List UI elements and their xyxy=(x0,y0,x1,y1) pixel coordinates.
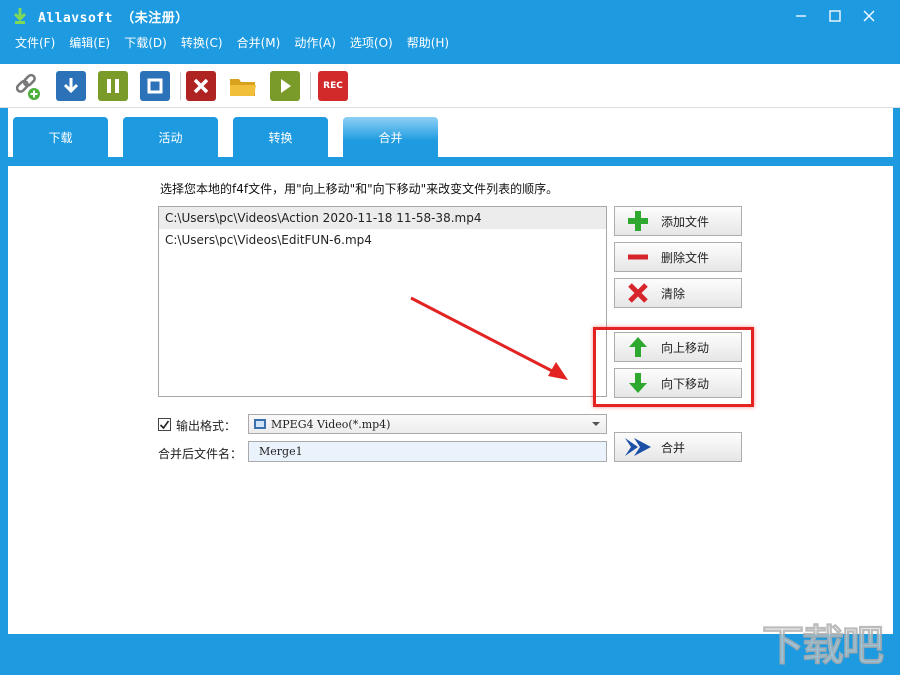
watermark-logo: 下载吧 xyxy=(761,621,884,671)
main-content: 下载 活动 转换 合并 选择您本地的f4f文件，用"向上移动"和"向下移动"来改… xyxy=(8,108,893,634)
pause-button[interactable] xyxy=(98,71,128,101)
toolbar: REC xyxy=(0,64,900,108)
plus-icon xyxy=(615,209,661,233)
maximize-icon xyxy=(829,10,841,22)
tab-download[interactable]: 下载 xyxy=(13,117,108,157)
paste-url-button[interactable] xyxy=(12,71,42,101)
chevron-down-icon[interactable] xyxy=(592,422,600,426)
record-button[interactable]: REC xyxy=(318,71,348,101)
download-arrow-icon xyxy=(63,78,79,94)
pause-icon xyxy=(107,79,119,93)
delete-file-button[interactable]: 删除文件 xyxy=(614,242,742,272)
merge-button[interactable]: 合并 xyxy=(614,432,742,462)
annotation-highlight-box xyxy=(593,327,754,407)
menu-download[interactable]: 下载(D) xyxy=(117,32,174,54)
play-icon xyxy=(281,79,291,93)
merge-panel: 选择您本地的f4f文件，用"向上移动"和"向下移动"来改变文件列表的顺序。 C:… xyxy=(8,166,893,634)
close-button[interactable] xyxy=(852,0,886,32)
minimize-button[interactable] xyxy=(784,0,818,32)
tab-strip xyxy=(8,157,893,166)
list-item[interactable]: C:\Users\pc\Videos\EditFUN-6.mp4 xyxy=(159,229,606,251)
annotation-arrow-icon xyxy=(410,296,568,380)
play-button[interactable] xyxy=(270,71,300,101)
merge-label: 合并 xyxy=(661,440,686,455)
delete-file-label: 删除文件 xyxy=(661,250,710,265)
menu-file[interactable]: 文件(F) xyxy=(8,32,62,54)
link-add-icon xyxy=(15,73,40,100)
merged-filename-label: 合并后文件名： xyxy=(158,447,243,461)
merged-filename-input[interactable]: Merge1 xyxy=(248,441,607,462)
merge-arrow-icon xyxy=(615,436,661,458)
minimize-icon xyxy=(796,15,806,17)
tab-convert[interactable]: 转换 xyxy=(233,117,328,157)
x-icon xyxy=(615,282,661,304)
menu-bar: 文件(F) 编辑(E) 下载(D) 转换(C) 合并(M) 动作(A) 选项(O… xyxy=(0,32,900,54)
close-icon xyxy=(863,10,875,22)
menu-help[interactable]: 帮助(H) xyxy=(400,32,456,54)
menu-action[interactable]: 动作(A) xyxy=(287,32,343,54)
output-format-value: MPEG4 Video(*.mp4) xyxy=(271,417,391,431)
toolbar-separator xyxy=(310,72,311,100)
minus-icon xyxy=(615,245,661,269)
window-title: Allavsoft （未注册） xyxy=(38,11,189,26)
maximize-button[interactable] xyxy=(818,0,852,32)
app-logo-icon xyxy=(12,7,28,25)
output-format-label: 输出格式： xyxy=(176,419,237,433)
list-item[interactable]: C:\Users\pc\Videos\Action 2020-11-18 11-… xyxy=(159,207,606,229)
open-folder-button[interactable] xyxy=(228,71,258,101)
clear-label: 清除 xyxy=(661,286,686,301)
add-file-label: 添加文件 xyxy=(661,214,710,229)
add-file-button[interactable]: 添加文件 xyxy=(614,206,742,236)
menu-options[interactable]: 选项(O) xyxy=(343,32,400,54)
tab-merge[interactable]: 合并 xyxy=(343,117,438,157)
clear-button[interactable]: 清除 xyxy=(614,278,742,308)
menu-merge[interactable]: 合并(M) xyxy=(230,32,288,54)
checkmark-icon xyxy=(159,420,170,430)
output-format-checkbox[interactable] xyxy=(158,418,171,431)
download-button[interactable] xyxy=(56,71,86,101)
title-bar: Allavsoft （未注册） xyxy=(0,0,900,32)
video-file-icon xyxy=(249,417,271,431)
tab-activity[interactable]: 活动 xyxy=(123,117,218,157)
menu-convert[interactable]: 转换(C) xyxy=(174,32,230,54)
stop-icon xyxy=(147,78,163,94)
toolbar-separator xyxy=(180,72,181,100)
x-icon xyxy=(193,78,209,94)
delete-button[interactable] xyxy=(186,71,216,101)
merge-instruction: 选择您本地的f4f文件，用"向上移动"和"向下移动"来改变文件列表的顺序。 xyxy=(160,182,559,196)
output-format-select[interactable]: MPEG4 Video(*.mp4) xyxy=(248,414,607,434)
menu-edit[interactable]: 编辑(E) xyxy=(62,32,117,54)
tab-bar: 下载 活动 转换 合并 xyxy=(8,108,893,166)
stop-button[interactable] xyxy=(140,71,170,101)
folder-icon xyxy=(230,79,256,96)
